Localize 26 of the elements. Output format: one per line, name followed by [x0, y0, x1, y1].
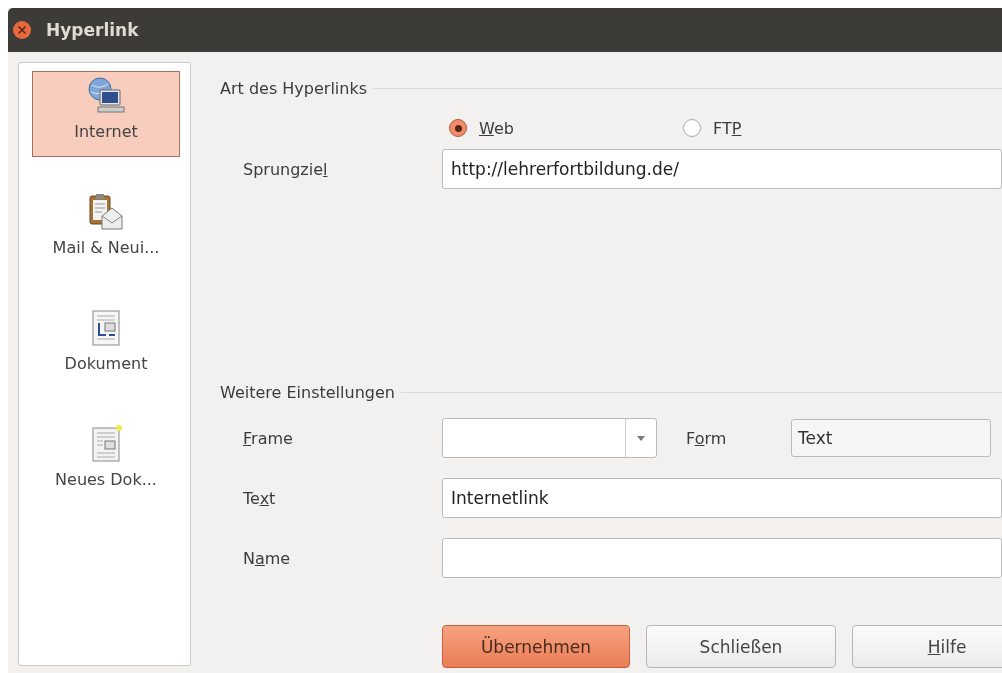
clipboard-envelope-icon: [86, 192, 126, 232]
window-title: Hyperlink: [46, 20, 139, 40]
dialog-button[interactable]: Schließen: [646, 625, 836, 668]
globe-computer-icon: [86, 76, 126, 116]
sidebar-item[interactable]: Neues Dok...: [32, 419, 180, 505]
radio-button[interactable]: FTP: [683, 117, 917, 139]
field-label: Frame: [242, 428, 294, 448]
dropdown-arrow-icon: [637, 435, 645, 441]
apply-button[interactable]: Übernehmen: [442, 625, 630, 668]
group-title: Art des Hyperlinks: [220, 78, 367, 98]
form-dropdown[interactable]: Text: [791, 419, 991, 457]
field-label: Name: [242, 548, 292, 568]
sidebar-item[interactable]: Mail & Neui...: [32, 187, 180, 273]
frame-dropdown[interactable]: [442, 418, 657, 458]
name-field[interactable]: [442, 538, 1002, 578]
group-title: Weitere Einstellungen: [220, 382, 395, 402]
text-field[interactable]: Internetlink: [442, 478, 1002, 518]
close-icon[interactable]: [12, 20, 32, 40]
radio-button[interactable]: Web: [449, 117, 683, 139]
sidebar-item[interactable]: Dokument: [32, 303, 180, 389]
dialog-button[interactable]: Hilfe: [852, 625, 1002, 668]
url-field[interactable]: http://lehrerfortbildung.de/: [442, 149, 1002, 189]
field-label: Text: [242, 488, 277, 508]
field-label: Form: [685, 428, 728, 448]
field-label: Sprungziel: [242, 159, 329, 179]
sidebar-item[interactable]: Internet: [32, 71, 180, 157]
